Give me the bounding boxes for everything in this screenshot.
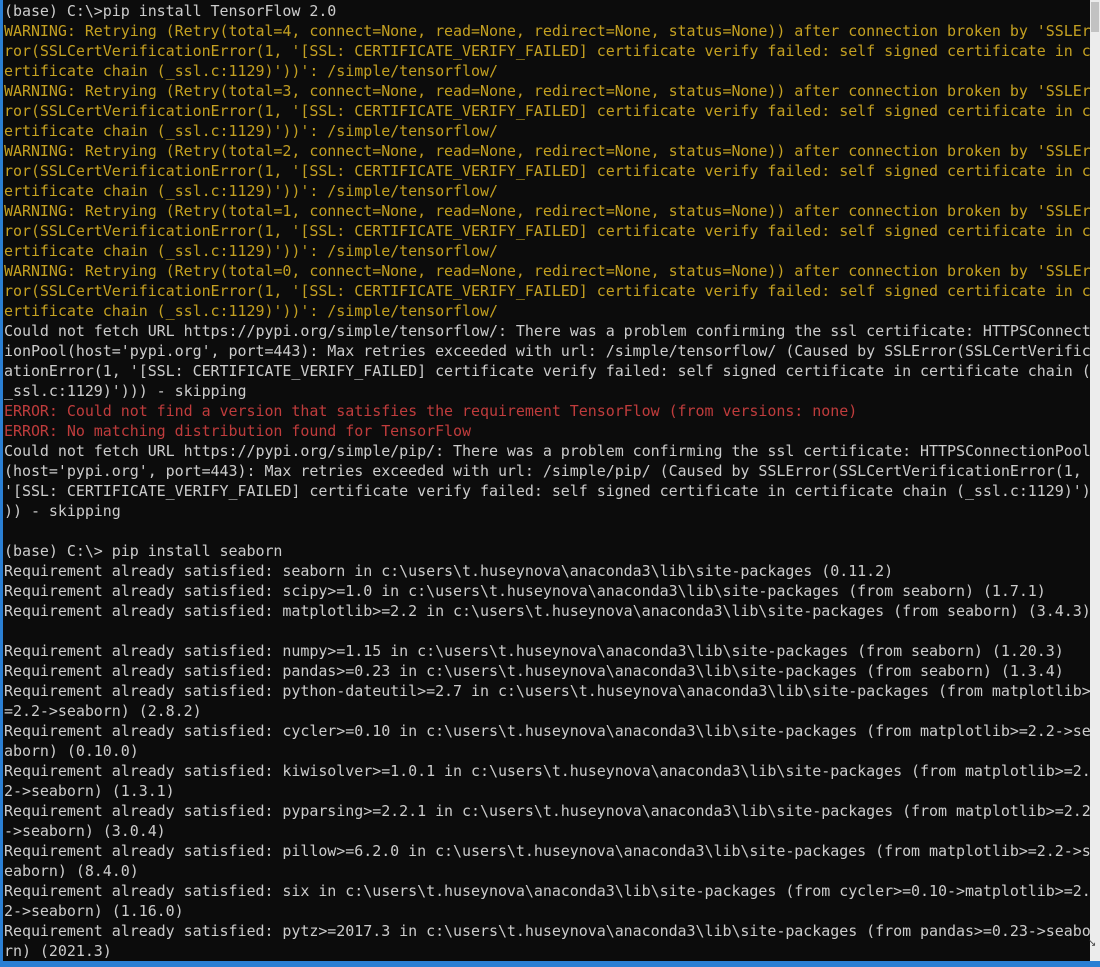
terminal-line: (host='pypi.org', port=443): Max retries… — [4, 461, 1090, 481]
terminal-line: Requirement already satisfied: python-da… — [4, 681, 1090, 701]
terminal-line: (base) C:\>pip install TensorFlow 2.0 — [4, 1, 1090, 21]
terminal-line: ror(SSLCertVerificationError(1, '[SSL: C… — [4, 101, 1090, 121]
terminal-line: Could not fetch URL https://pypi.org/sim… — [4, 441, 1090, 461]
terminal-line: Requirement already satisfied: seaborn i… — [4, 561, 1090, 581]
scrollbar-thumb[interactable] — [1091, 2, 1099, 32]
terminal-line: 2->seaborn) (1.3.1) — [4, 781, 1090, 801]
terminal-line — [4, 621, 1090, 641]
terminal-line: Requirement already satisfied: scipy>=1.… — [4, 581, 1090, 601]
terminal-line: Requirement already satisfied: pandas>=0… — [4, 661, 1090, 681]
terminal-line — [4, 521, 1090, 541]
terminal-line: ror(SSLCertVerificationError(1, '[SSL: C… — [4, 221, 1090, 241]
terminal-line: ertificate chain (_ssl.c:1129)'))': /sim… — [4, 181, 1090, 201]
terminal-line: ror(SSLCertVerificationError(1, '[SSL: C… — [4, 41, 1090, 61]
terminal-line: Requirement already satisfied: matplotli… — [4, 601, 1090, 621]
terminal-window: (base) C:\>pip install TensorFlow 2.0WAR… — [0, 0, 1100, 967]
terminal-line: Requirement already satisfied: pytz>=201… — [4, 921, 1090, 941]
terminal-line: ertificate chain (_ssl.c:1129)'))': /sim… — [4, 241, 1090, 261]
terminal-line: rn) (2021.3) — [4, 941, 1090, 961]
scrollbar[interactable]: ↘ — [1090, 0, 1100, 961]
terminal-line: WARNING: Retrying (Retry(total=0, connec… — [4, 261, 1090, 281]
terminal-line: Requirement already satisfied: cycler>=0… — [4, 721, 1090, 741]
terminal-line: '[SSL: CERTIFICATE_VERIFY_FAILED] certif… — [4, 481, 1090, 501]
terminal-line: )) - skipping — [4, 501, 1090, 521]
terminal-line: ertificate chain (_ssl.c:1129)'))': /sim… — [4, 121, 1090, 141]
terminal-line: ERROR: No matching distribution found fo… — [4, 421, 1090, 441]
terminal-line: ionPool(host='pypi.org', port=443): Max … — [4, 341, 1090, 361]
terminal-line: ertificate chain (_ssl.c:1129)'))': /sim… — [4, 301, 1090, 321]
terminal-line: ror(SSLCertVerificationError(1, '[SSL: C… — [4, 281, 1090, 301]
terminal-line: Could not fetch URL https://pypi.org/sim… — [4, 321, 1090, 341]
terminal-line: Requirement already satisfied: kiwisolve… — [4, 761, 1090, 781]
console-output[interactable]: (base) C:\>pip install TensorFlow 2.0WAR… — [3, 0, 1090, 961]
window-border-left — [0, 0, 3, 967]
terminal-line: =2.2->seaborn) (2.8.2) — [4, 701, 1090, 721]
terminal-line: _ssl.c:1129)'))) - skipping — [4, 381, 1090, 401]
terminal-line: Requirement already satisfied: pillow>=6… — [4, 841, 1090, 861]
terminal-line: Requirement already satisfied: numpy>=1.… — [4, 641, 1090, 661]
terminal-line: WARNING: Retrying (Retry(total=1, connec… — [4, 201, 1090, 221]
terminal-line: ERROR: Could not find a version that sat… — [4, 401, 1090, 421]
terminal-line: ror(SSLCertVerificationError(1, '[SSL: C… — [4, 161, 1090, 181]
scroll-down-arrow-icon: ↘ — [1088, 939, 1096, 949]
terminal-line: WARNING: Retrying (Retry(total=3, connec… — [4, 81, 1090, 101]
terminal-line: Requirement already satisfied: pyparsing… — [4, 801, 1090, 821]
terminal-line: 2->seaborn) (1.16.0) — [4, 901, 1090, 921]
terminal-line: ertificate chain (_ssl.c:1129)'))': /sim… — [4, 61, 1090, 81]
terminal-line: aborn) (0.10.0) — [4, 741, 1090, 761]
terminal-line: eaborn) (8.4.0) — [4, 861, 1090, 881]
terminal-line: ->seaborn) (3.0.4) — [4, 821, 1090, 841]
terminal-line: WARNING: Retrying (Retry(total=4, connec… — [4, 21, 1090, 41]
terminal-line: ationError(1, '[SSL: CERTIFICATE_VERIFY_… — [4, 361, 1090, 381]
terminal-line: Requirement already satisfied: six in c:… — [4, 881, 1090, 901]
window-border-bottom — [0, 961, 1100, 967]
terminal-line: (base) C:\> pip install seaborn — [4, 541, 1090, 561]
terminal-line: WARNING: Retrying (Retry(total=2, connec… — [4, 141, 1090, 161]
